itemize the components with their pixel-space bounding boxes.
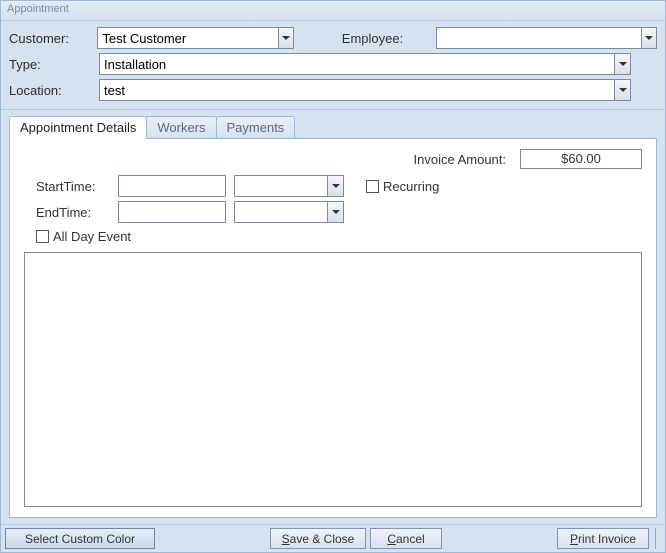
chevron-down-icon[interactable] (614, 54, 630, 74)
chevron-down-icon[interactable] (641, 28, 656, 48)
location-input[interactable] (100, 80, 614, 100)
tab-payments[interactable]: Payments (216, 116, 296, 138)
end-time-label: EndTime: (36, 205, 118, 220)
customer-label: Customer: (9, 31, 93, 46)
location-label: Location: (9, 83, 95, 98)
footer-separator (655, 528, 661, 549)
notes-textarea[interactable] (24, 252, 642, 507)
tab-appointment-details[interactable]: Appointment Details (9, 116, 147, 139)
checkbox-icon[interactable] (366, 180, 379, 193)
invoice-amount-value[interactable]: $60.00 (520, 149, 642, 169)
tab-page-details: Invoice Amount: $60.00 StartTime: Recurr… (9, 138, 657, 518)
end-date-input[interactable] (118, 201, 226, 223)
header-form: Customer: Employee: Type: Location: (1, 21, 665, 110)
type-combo[interactable] (99, 53, 631, 75)
employee-input[interactable] (437, 28, 641, 48)
chevron-down-icon[interactable] (614, 80, 630, 100)
checkbox-icon[interactable] (36, 230, 49, 243)
customer-combo[interactable] (97, 27, 293, 49)
start-time-label: StartTime: (36, 179, 118, 194)
start-date-input[interactable] (118, 175, 226, 197)
customer-input[interactable] (98, 28, 278, 48)
location-combo[interactable] (99, 79, 631, 101)
employee-label: Employee: (342, 31, 432, 46)
tab-workers[interactable]: Workers (146, 116, 216, 138)
body-area: Appointment Details Workers Payments Inv… (1, 110, 665, 524)
chevron-down-icon[interactable] (278, 28, 293, 48)
type-label: Type: (9, 57, 95, 72)
appointment-window: Appointment Customer: Employee: Type: Lo… (0, 0, 666, 553)
tabstrip: Appointment Details Workers Payments (9, 114, 657, 138)
type-input[interactable] (100, 54, 614, 74)
invoice-amount-label: Invoice Amount: (414, 152, 507, 167)
footer-toolbar: Select Custom Color Save & Close Cancel … (1, 524, 665, 552)
start-time-combo[interactable] (234, 175, 344, 197)
all-day-checkbox[interactable]: All Day Event (36, 229, 642, 244)
select-custom-color-button[interactable]: Select Custom Color (5, 528, 155, 549)
employee-combo[interactable] (436, 27, 657, 49)
save-and-close-button[interactable]: Save & Close (270, 528, 366, 549)
recurring-label: Recurring (383, 179, 439, 194)
recurring-checkbox[interactable]: Recurring (366, 179, 642, 194)
end-time-combo[interactable] (234, 201, 344, 223)
print-invoice-button[interactable]: Print Invoice (557, 528, 649, 549)
chevron-down-icon[interactable] (327, 202, 343, 222)
all-day-label: All Day Event (53, 229, 131, 244)
cancel-button[interactable]: Cancel (370, 528, 442, 549)
chevron-down-icon[interactable] (327, 176, 343, 196)
window-title: Appointment (1, 1, 665, 21)
